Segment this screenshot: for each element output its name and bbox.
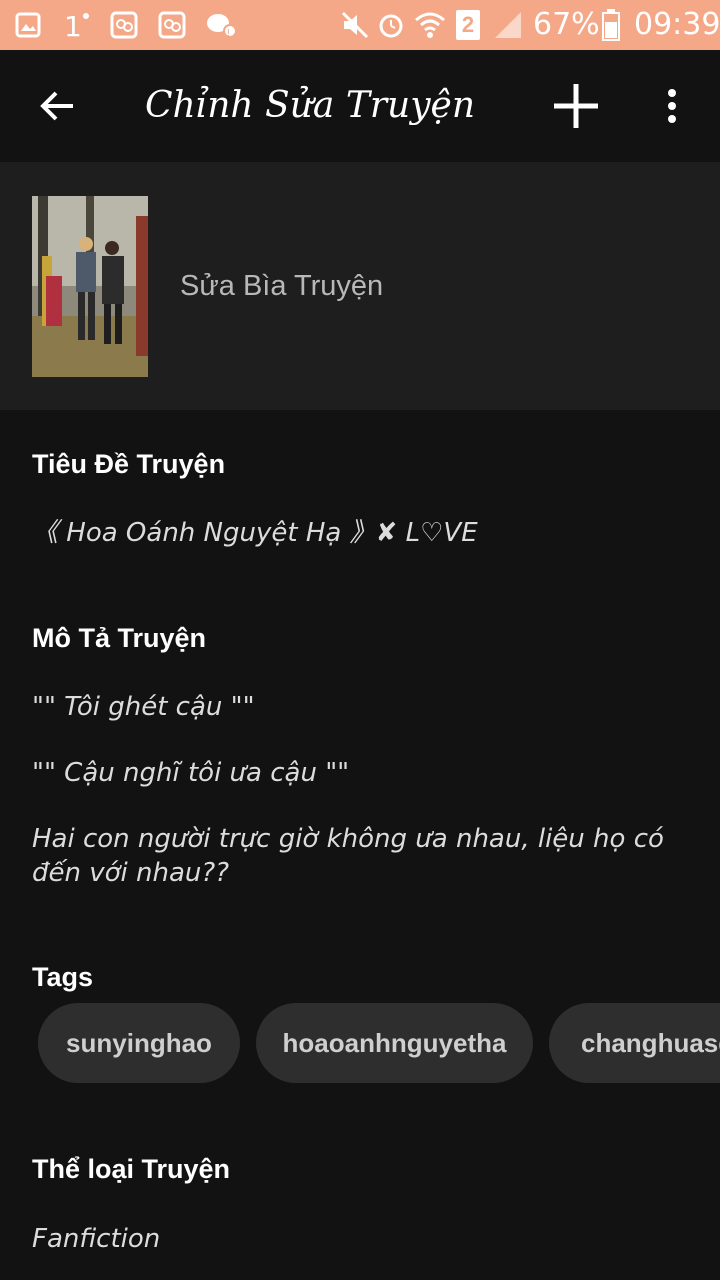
svg-text:1: 1 [64, 10, 82, 40]
messenger-icon: ! [204, 8, 238, 42]
app-bar: Chỉnh Sửa Truyện [0, 50, 720, 162]
sim-2-icon: 2 [455, 8, 481, 42]
mute-icon [338, 8, 372, 42]
description-line[interactable]: "" Cậu nghĩ tôi ưa cậu "" [32, 756, 682, 790]
genre-value[interactable]: Fanfiction [32, 1222, 682, 1256]
back-arrow-icon[interactable] [32, 80, 82, 132]
chat-icon [108, 8, 140, 42]
description-line[interactable]: "" Tôi ghét cậu "" [32, 690, 682, 724]
tag-chip[interactable]: changhuase [549, 1003, 720, 1083]
plus-icon[interactable] [548, 78, 604, 134]
wifi-icon [412, 8, 448, 42]
genre-heading: Thể loại Truyện [32, 1154, 231, 1184]
tag-chip[interactable]: hoaoanhnguyetha [256, 1003, 533, 1083]
gallery-icon [12, 8, 44, 42]
story-title-value[interactable]: 《 Hoa Oánh Nguyệt Hạ 》✘ L♡VE [32, 516, 682, 550]
edit-cover-label[interactable]: Sửa Bìa Truyện [180, 266, 383, 306]
cover-image[interactable] [32, 196, 148, 377]
status-bar: 1 ! 2 67% 09:39 [0, 0, 720, 50]
more-vertical-icon[interactable] [652, 80, 692, 132]
cover-section[interactable]: Sửa Bìa Truyện [0, 162, 720, 410]
sim-number: 2 [456, 10, 480, 40]
svg-text:!: ! [227, 28, 230, 39]
story-title-heading: Tiêu Đề Truyện [32, 449, 226, 479]
description-line[interactable]: Hai con người trực giờ không ưa nhau, li… [32, 822, 682, 890]
chat-icon [156, 8, 188, 42]
battery-percent: 67% [533, 7, 600, 42]
tag-chip[interactable]: sunyinghao [38, 1003, 240, 1083]
clock: 09:39 [634, 7, 720, 42]
tags-list: sunyinghao hoaoanhnguyetha changhuase [0, 990, 720, 1100]
battery-icon [600, 8, 622, 42]
alarm-icon [374, 8, 408, 42]
signal-icon [492, 8, 524, 42]
description-heading: Mô Tả Truyện [32, 623, 207, 653]
notification-1-icon: 1 [60, 8, 92, 42]
page-title: Chỉnh Sửa Truyện [145, 85, 476, 126]
